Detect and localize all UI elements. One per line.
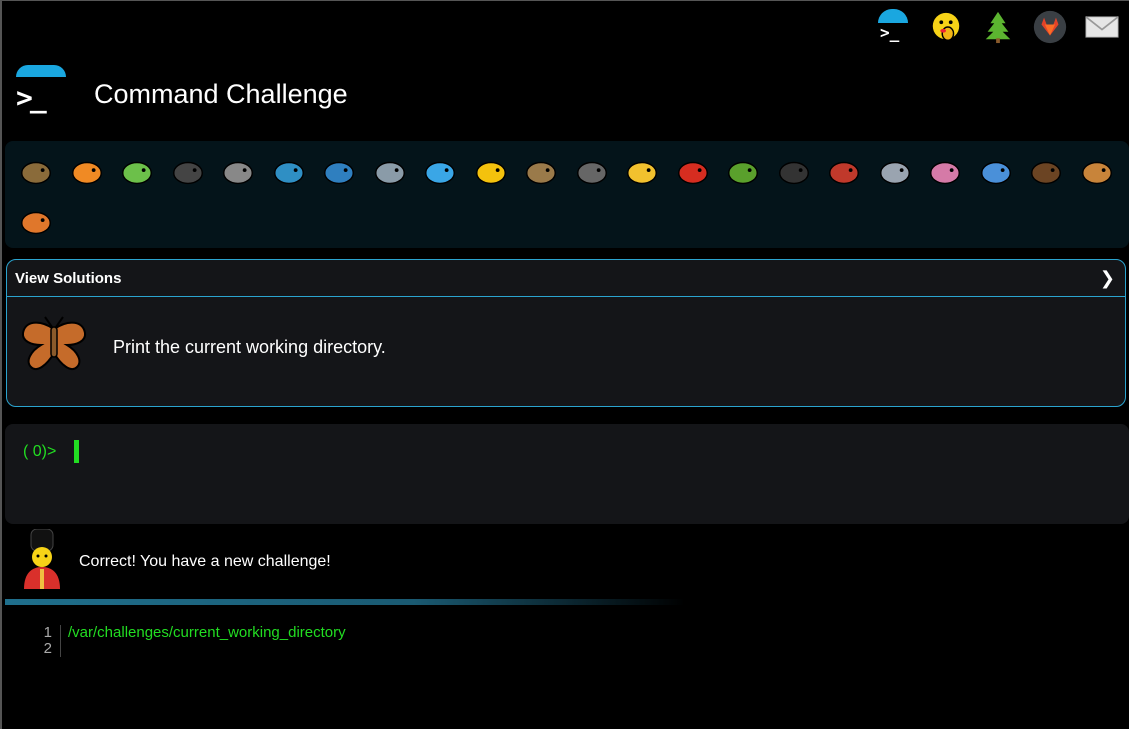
challenge-caterpillar-button[interactable] bbox=[112, 147, 163, 197]
spider-web-icon bbox=[223, 161, 254, 185]
spider-icon bbox=[778, 161, 809, 185]
chevron-right-icon: ❯ bbox=[1099, 267, 1115, 289]
code-line: 1 /var/challenges/current_working_direct… bbox=[2, 625, 346, 641]
snail-icon bbox=[21, 161, 52, 185]
challenge-bee-button[interactable] bbox=[617, 147, 668, 197]
challenge-body: Print the current working directory. bbox=[7, 297, 1125, 405]
worm-icon bbox=[930, 161, 961, 185]
scorpion-icon bbox=[829, 161, 860, 185]
monkey-icon bbox=[1031, 161, 1062, 185]
top-icon-bar: >_ bbox=[871, 7, 1125, 47]
code-line: 2 bbox=[2, 641, 346, 657]
guard-icon bbox=[24, 529, 60, 589]
caterpillar-icon bbox=[122, 161, 153, 185]
cricket-icon bbox=[728, 161, 759, 185]
view-solutions-label: View Solutions bbox=[15, 269, 122, 287]
challenge-microbe-button[interactable] bbox=[971, 147, 1022, 197]
wolf-icon bbox=[576, 161, 607, 185]
challenge-snail-button[interactable] bbox=[11, 147, 62, 197]
challenge-tropical-fish-button[interactable] bbox=[466, 147, 517, 197]
line-text: /var/challenges/current_working_director… bbox=[60, 625, 346, 641]
challenge-wolf-button[interactable] bbox=[567, 147, 618, 197]
tropical-fish-icon bbox=[475, 161, 506, 185]
challenge-fly-button[interactable] bbox=[870, 147, 921, 197]
logo-prompt-text: >_ bbox=[880, 23, 900, 42]
line-text bbox=[60, 641, 68, 657]
challenge-dog-button[interactable] bbox=[1072, 147, 1123, 197]
challenge-strip bbox=[5, 141, 1129, 248]
fox-icon bbox=[21, 211, 52, 235]
dog-icon bbox=[1081, 161, 1112, 185]
solutions-panel: View Solutions ❯ Print the current worki… bbox=[6, 259, 1126, 407]
bee-icon bbox=[627, 161, 658, 185]
terminal-logo-icon[interactable]: >_ bbox=[871, 7, 917, 47]
app-header: >_ Command Challenge bbox=[14, 65, 348, 117]
terminal-cursor bbox=[74, 440, 80, 463]
app-logo-icon[interactable]: >_ bbox=[14, 65, 70, 117]
terminal-input-area[interactable]: ( 0)> bbox=[5, 424, 1129, 524]
whale-icon bbox=[273, 161, 304, 185]
dolphin-gray-icon bbox=[374, 161, 405, 185]
page-title: Command Challenge bbox=[94, 78, 348, 109]
terminal-prompt: ( 0)> bbox=[23, 442, 57, 460]
code-output: 1 /var/challenges/current_working_direct… bbox=[2, 625, 346, 657]
feedback-message-area: Correct! You have a new challenge! bbox=[20, 529, 331, 589]
moth-icon bbox=[21, 316, 87, 371]
logo-prompt-text: >_ bbox=[16, 81, 47, 114]
challenge-ant-button[interactable] bbox=[163, 147, 214, 197]
ladybug-icon bbox=[677, 161, 708, 185]
fly-icon bbox=[879, 161, 910, 185]
challenge-dolphin-button[interactable] bbox=[314, 147, 365, 197]
section-divider bbox=[5, 599, 685, 605]
line-number: 1 bbox=[43, 624, 52, 641]
microbe-icon bbox=[980, 161, 1011, 185]
terminal-prompt-line: ( 0)> bbox=[23, 440, 80, 463]
envelope-icon[interactable] bbox=[1079, 7, 1125, 47]
fish-icon bbox=[425, 161, 456, 185]
dolphin-icon bbox=[324, 161, 355, 185]
challenge-fox-button[interactable] bbox=[11, 197, 62, 247]
gitlab-icon[interactable] bbox=[1027, 7, 1073, 47]
challenge-cricket-button[interactable] bbox=[718, 147, 769, 197]
hand-over-mouth-emoji-icon[interactable] bbox=[923, 7, 969, 47]
blowfish-icon bbox=[526, 161, 557, 185]
challenge-monkey-button[interactable] bbox=[1021, 147, 1072, 197]
challenge-worm-button[interactable] bbox=[920, 147, 971, 197]
challenge-blowfish-button[interactable] bbox=[516, 147, 567, 197]
line-number: 2 bbox=[43, 640, 52, 657]
evergreen-tree-icon[interactable] bbox=[975, 7, 1021, 47]
challenge-description: Print the current working directory. bbox=[113, 336, 386, 357]
view-solutions-toggle[interactable]: View Solutions ❯ bbox=[7, 260, 1125, 297]
feedback-text: Correct! You have a new challenge! bbox=[79, 553, 331, 570]
challenge-whale-button[interactable] bbox=[264, 147, 315, 197]
challenge-ladybug-button[interactable] bbox=[668, 147, 719, 197]
ant-icon bbox=[172, 161, 203, 185]
challenge-scorpion-button[interactable] bbox=[819, 147, 870, 197]
challenge-butterfly-button[interactable] bbox=[62, 147, 113, 197]
challenge-dolphin-gray-button[interactable] bbox=[365, 147, 416, 197]
challenge-spider-web-button[interactable] bbox=[213, 147, 264, 197]
butterfly-icon bbox=[71, 161, 102, 185]
challenge-fish-button[interactable] bbox=[415, 147, 466, 197]
challenge-spider-button[interactable] bbox=[769, 147, 820, 197]
